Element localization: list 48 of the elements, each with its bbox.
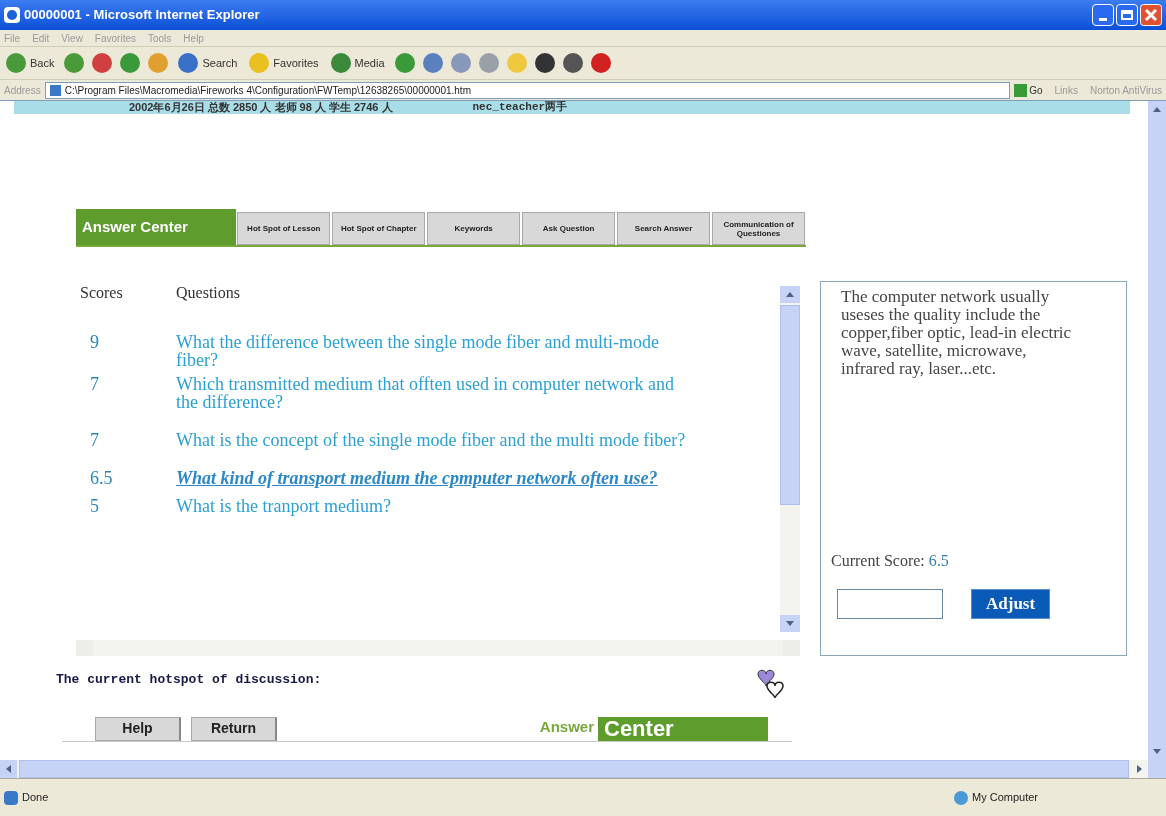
site-stats: 2002年6月26日 总数 2850 人 老师 98 人 学生 2746 人 (129, 102, 393, 113)
security-zone: My Computer (972, 790, 1040, 806)
nav-tab[interactable]: Search Answer (617, 212, 711, 245)
address-field[interactable]: C:\Program Files\Macromedia\Fireworks 4\Configuration\FWTemp\12638265\00000001.htm (44, 81, 1011, 99)
status-text: Done (22, 790, 50, 806)
answer-center-logo-text: Answer (539, 717, 594, 737)
user-name: nec_teacher两手 (472, 102, 568, 113)
score-cell-text: 6.5 (89, 469, 114, 487)
window-title: 00000001 - Microsoft Internet Explorer (24, 6, 261, 25)
page-icon (49, 84, 61, 96)
nav-tab[interactable]: Answer Center (76, 209, 237, 245)
answer-text: The computer network usually useses the quality include the copper,fiber optic, lead-in electric wave, satellite, microwave, infrared ray, laser...etc. (840, 286, 1073, 378)
close-button[interactable] (1140, 4, 1162, 26)
scroll-up-button[interactable] (780, 286, 800, 303)
question-link[interactable]: What kind of transport medium the cpmputer network often use? (176, 469, 686, 487)
address-label: Address (4, 83, 41, 98)
scroll-down-button[interactable] (780, 615, 800, 632)
scroll-left-button[interactable] (0, 760, 17, 778)
adjust-button[interactable]: Adjust (971, 589, 1051, 619)
column-header: Questions (176, 283, 240, 303)
ie-icon (4, 7, 20, 23)
score-cell-text: 9 (89, 333, 100, 354)
toolbar-button[interactable]: Favorites (247, 50, 321, 76)
toolbar-button[interactable]: Search (176, 50, 240, 76)
nav-button[interactable]: Return (191, 716, 277, 741)
hotspot-label: The current hotspot of discussion: (56, 671, 322, 689)
score-cell-text: 7 (89, 431, 100, 449)
column-header: Scores (79, 283, 124, 303)
nav-tab[interactable]: Ask Question (522, 212, 616, 245)
page-vertical-scrollbar[interactable] (1148, 101, 1166, 778)
maximize-button[interactable] (1116, 4, 1138, 26)
score-cell-text: 7 (89, 375, 100, 396)
score-input[interactable] (837, 589, 943, 619)
score-cell-text: 5 (89, 497, 100, 515)
answer-center-logo-banner: Center (598, 716, 768, 741)
nav-tab[interactable]: Keywords (427, 212, 521, 245)
nav-button[interactable]: Help (95, 716, 181, 741)
nav-tab[interactable]: Hot Spot of Chapter (332, 212, 426, 245)
minimize-button[interactable] (1092, 4, 1114, 26)
page-icon (4, 790, 18, 805)
nav-tab[interactable]: Communication of Questiones (712, 212, 805, 245)
go-button[interactable]: Go (1014, 82, 1043, 98)
toolbar-button[interactable]: Media (328, 50, 387, 76)
current-score: Current Score: 6.5 (830, 551, 950, 571)
vertical-scrollbar[interactable] (780, 286, 800, 632)
scroll-thumb[interactable] (780, 305, 800, 505)
nav-tab[interactable]: Hot Spot of Lesson (237, 212, 331, 245)
toolbar-button[interactable]: Back (4, 50, 57, 76)
